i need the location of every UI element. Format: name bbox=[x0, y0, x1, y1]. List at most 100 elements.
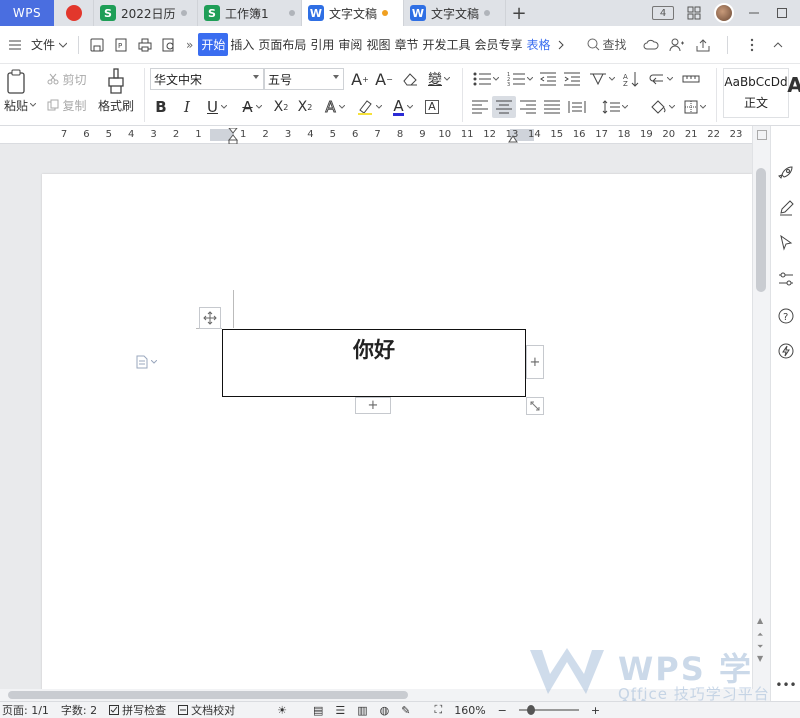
paste-button[interactable]: 粘贴 bbox=[0, 96, 40, 114]
superscript-icon[interactable]: X2 bbox=[270, 96, 292, 118]
table-cell[interactable]: 你好 bbox=[222, 329, 526, 397]
grow-font-icon[interactable]: A + bbox=[350, 68, 370, 90]
shrink-font-icon[interactable]: A − bbox=[374, 68, 394, 90]
tab-home[interactable]: 开始 bbox=[198, 33, 229, 56]
page-count[interactable]: 页面: 1/1 bbox=[2, 702, 49, 718]
horizontal-scrollbar[interactable] bbox=[0, 689, 770, 701]
font-name-select[interactable]: 华文中宋 bbox=[150, 68, 264, 90]
grid-apps-icon[interactable] bbox=[686, 5, 702, 21]
tab-workbook[interactable]: S 工作簿1 bbox=[198, 0, 302, 26]
share-icon[interactable] bbox=[695, 37, 711, 53]
tab-document[interactable]: W 文字文稿 bbox=[404, 0, 506, 26]
style-gallery-more[interactable]: A bbox=[787, 72, 800, 98]
add-row-button[interactable]: + bbox=[355, 397, 391, 414]
text-effects-icon[interactable]: A bbox=[320, 96, 350, 118]
more-horizontal-icon[interactable]: ••• bbox=[775, 676, 796, 694]
collapse-ribbon-icon[interactable] bbox=[770, 37, 786, 53]
zoom-slider[interactable] bbox=[518, 705, 579, 715]
read-view-icon[interactable]: ▥ bbox=[357, 704, 367, 717]
font-size-select[interactable]: 五号 bbox=[264, 68, 344, 90]
zoom-slider-thumb[interactable] bbox=[526, 705, 535, 715]
prev-page-icon[interactable]: ⏶ bbox=[757, 630, 763, 640]
print-icon[interactable] bbox=[133, 38, 157, 52]
tab-review[interactable]: 审阅 bbox=[336, 36, 364, 53]
scroll-up-arrow[interactable]: ▲ bbox=[757, 616, 763, 625]
zoom-in-icon[interactable]: + bbox=[591, 704, 600, 717]
tab-calendar[interactable]: S 2022日历 bbox=[94, 0, 198, 26]
fit-page-icon[interactable]: ⛶ bbox=[435, 703, 443, 717]
unsaved-dot[interactable] bbox=[382, 10, 389, 16]
shading-icon[interactable] bbox=[646, 96, 678, 118]
scrollbar-thumb[interactable] bbox=[8, 691, 408, 699]
format-painter-icon[interactable] bbox=[104, 67, 128, 95]
table-move-handle[interactable] bbox=[199, 307, 221, 329]
save-icon[interactable] bbox=[85, 38, 109, 52]
show-marks-icon[interactable] bbox=[646, 68, 676, 90]
web-view-icon[interactable]: ◍ bbox=[380, 704, 390, 717]
tab-view[interactable]: 视图 bbox=[364, 36, 392, 53]
font-color-icon[interactable]: A bbox=[388, 96, 418, 118]
paragraph-layout-icon[interactable] bbox=[136, 355, 157, 369]
tab-member[interactable]: 会员专享 bbox=[472, 36, 524, 53]
more-quick-access[interactable]: » bbox=[181, 38, 198, 52]
phonetic-guide-icon[interactable]: 變 bbox=[424, 68, 454, 90]
justify-icon[interactable] bbox=[542, 96, 562, 118]
print-preview-icon[interactable] bbox=[157, 38, 181, 52]
table-resize-handle[interactable] bbox=[526, 397, 544, 415]
right-indent-marker[interactable] bbox=[508, 132, 518, 143]
scroll-down-arrow[interactable]: ▼ bbox=[757, 654, 763, 663]
document-canvas[interactable] bbox=[0, 144, 752, 689]
rocket-icon[interactable] bbox=[777, 164, 795, 182]
character-border-icon[interactable]: A bbox=[422, 96, 442, 118]
distribute-icon[interactable] bbox=[566, 96, 588, 118]
horizontal-ruler[interactable]: 7 6 5 4 3 2 1 1 2 3 4 5 6 7 8 9 10 11 12 13 14 15 16 17 18 19 20 21… bbox=[0, 126, 752, 145]
clear-format-icon[interactable] bbox=[400, 68, 420, 90]
eye-protection-icon[interactable]: ☀ bbox=[277, 704, 287, 717]
style-normal-gallery-item[interactable]: AaBbCcDd 正文 bbox=[723, 68, 789, 118]
tab-developer[interactable]: 开发工具 bbox=[420, 36, 472, 53]
tab-count-badge[interactable]: 4 bbox=[652, 6, 674, 20]
increase-indent-icon[interactable] bbox=[562, 68, 582, 90]
export-pdf-icon[interactable]: P bbox=[109, 38, 133, 52]
italic-icon[interactable]: I bbox=[176, 96, 198, 118]
scrollbar-thumb[interactable] bbox=[756, 168, 766, 292]
chevron-right-icon[interactable] bbox=[553, 40, 569, 50]
tab-close-dot[interactable] bbox=[289, 10, 295, 16]
help-icon[interactable]: ? bbox=[777, 307, 795, 325]
next-page-icon[interactable]: ⏷ bbox=[757, 642, 763, 652]
subscript-icon[interactable]: X2 bbox=[294, 96, 316, 118]
borders-icon[interactable] bbox=[680, 96, 710, 118]
user-avatar[interactable] bbox=[714, 3, 734, 23]
spell-check-toggle[interactable]: 拼写检查 bbox=[109, 702, 166, 718]
split-view-icon[interactable] bbox=[757, 130, 767, 140]
paste-icon[interactable] bbox=[4, 68, 30, 96]
bold-icon[interactable]: B bbox=[150, 96, 172, 118]
add-column-button[interactable]: + bbox=[526, 345, 544, 379]
minimize-icon[interactable] bbox=[746, 5, 762, 21]
strikethrough-icon[interactable]: A bbox=[236, 96, 268, 118]
align-center-icon[interactable] bbox=[492, 96, 516, 118]
tab-table-tools[interactable]: 表格 bbox=[525, 36, 553, 53]
tab-sections[interactable]: 章节 bbox=[392, 36, 420, 53]
pen-icon[interactable] bbox=[777, 199, 795, 217]
tab-page-layout[interactable]: 页面布局 bbox=[256, 36, 308, 53]
vertical-scrollbar[interactable]: ▲ ⏶ ⏷ ▼ bbox=[752, 126, 770, 689]
tab-document-active[interactable]: W 文字文稿 bbox=[302, 0, 404, 26]
underline-icon[interactable]: U bbox=[200, 96, 234, 118]
wps-home-tab[interactable]: WPS bbox=[0, 0, 54, 26]
cursor-select-icon[interactable] bbox=[777, 234, 795, 252]
tab-insert[interactable]: 插入 bbox=[228, 36, 256, 53]
word-count[interactable]: 字数: 2 bbox=[61, 702, 97, 718]
indent-marker[interactable] bbox=[227, 127, 239, 145]
page-view-icon[interactable]: ▤ bbox=[313, 704, 323, 717]
copy-button[interactable]: 复制 bbox=[44, 96, 90, 114]
new-tab-button[interactable]: + bbox=[506, 0, 532, 26]
search-box[interactable]: 查找 bbox=[587, 36, 627, 53]
format-painter-button[interactable]: 格式刷 bbox=[96, 96, 136, 114]
cut-button[interactable]: 剪切 bbox=[44, 70, 90, 88]
decrease-indent-icon[interactable] bbox=[538, 68, 558, 90]
line-spacing-icon[interactable] bbox=[598, 96, 632, 118]
write-view-icon[interactable]: ✎ bbox=[401, 704, 410, 717]
more-vertical-icon[interactable] bbox=[744, 37, 760, 53]
align-left-icon[interactable] bbox=[470, 96, 490, 118]
